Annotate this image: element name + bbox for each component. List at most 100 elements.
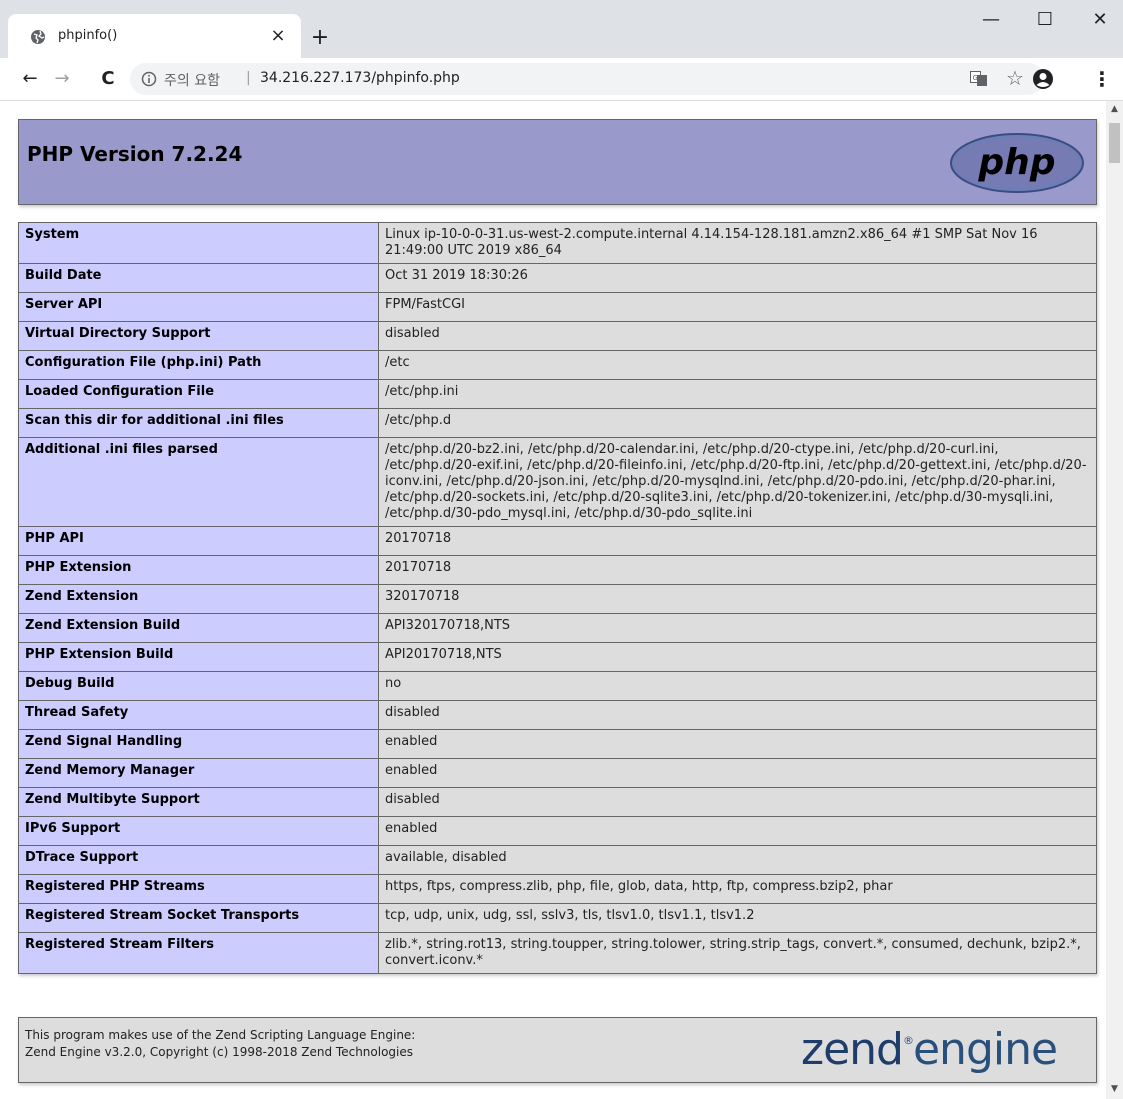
table-row: Zend Extension 320170718 (18, 584, 1097, 614)
table-row: Registered PHP Streams https, ftps, compr… (18, 874, 1097, 904)
table-row: Registered Stream Socket Transports tcp, … (18, 903, 1097, 933)
row-key: Zend Multibyte Support (18, 787, 379, 817)
row-value: FPM/FastCGI (378, 292, 1097, 322)
footer-line-1: This program makes use of the Zend Scrip… (25, 1028, 416, 1042)
browser-tab[interactable]: phpinfo() × (8, 14, 301, 58)
browser-toolbar: ← → C 주의 요함 | 34.216.227.173/phpinfo.php… (0, 58, 1123, 101)
table-row: Scan this dir for additional .ini files /… (18, 408, 1097, 438)
footer-text: This program makes use of the Zend Scrip… (25, 1027, 415, 1061)
table-row: Additional .ini files parsed/etc/php.d/2… (18, 437, 1097, 527)
row-key: Zend Extension Build (18, 613, 379, 643)
svg-text:G: G (973, 74, 978, 82)
row-key: IPv6 Support (18, 816, 379, 846)
row-value: 20170718 (378, 555, 1097, 585)
row-value: /etc/php.d/20-bz2.ini, /etc/php.d/20-cal… (378, 437, 1097, 527)
back-button[interactable]: ← (16, 65, 44, 93)
window-minimize-button[interactable]: — (968, 6, 1014, 34)
table-row: Zend Signal Handling enabled (18, 729, 1097, 759)
new-tab-button[interactable]: + (306, 24, 334, 52)
php-logo-text: php (977, 142, 1055, 183)
row-key: Configuration File (php.ini) Path (18, 350, 379, 380)
row-value: available, disabled (378, 845, 1097, 875)
row-key: Zend Memory Manager (18, 758, 379, 788)
menu-icon[interactable]: ⋮ (1092, 66, 1112, 92)
row-value: API320170718,NTS (378, 613, 1097, 643)
table-row: DTrace Support available, disabled (18, 845, 1097, 875)
address-bar[interactable]: 주의 요함 | 34.216.227.173/phpinfo.php G ☆ (130, 63, 1044, 95)
table-row: PHP API 20170718 (18, 526, 1097, 556)
row-value: Oct 31 2019 18:30:26 (378, 263, 1097, 293)
table-row: PHP Extension Build API20170718,NTS (18, 642, 1097, 672)
security-label[interactable]: 주의 요함 (164, 70, 220, 90)
forward-button[interactable]: → (48, 65, 76, 93)
table-row: Zend Extension Build API320170718,NTS (18, 613, 1097, 643)
zend-footer: This program makes use of the Zend Scrip… (18, 1017, 1097, 1083)
reload-button[interactable]: C (94, 65, 122, 93)
row-value: disabled (378, 787, 1097, 817)
row-value: Linux ip-10-0-0-31.us-west-2.compute.int… (378, 222, 1097, 264)
row-value: disabled (378, 700, 1097, 730)
table-row: Zend Memory Manager enabled (18, 758, 1097, 788)
tab-close-button[interactable]: × (266, 24, 290, 48)
scroll-down-arrow[interactable]: ▼ (1106, 1081, 1123, 1097)
row-value: /etc/php.d (378, 408, 1097, 438)
row-key: Registered Stream Filters (18, 932, 379, 974)
scroll-up-arrow[interactable]: ▲ (1106, 101, 1123, 117)
row-value: /etc (378, 350, 1097, 380)
row-key: Server API (18, 292, 379, 322)
info-icon[interactable] (141, 71, 157, 87)
row-key: System (18, 222, 379, 264)
php-info-table: System Linux ip-10-0-0-31.us-west-2.compu… (18, 222, 1097, 974)
row-key: Additional .ini files parsed (18, 437, 379, 527)
zend-engine-logo: zend®engine (801, 1024, 1058, 1075)
row-key: Thread Safety (18, 700, 379, 730)
table-row: Build Date Oct 31 2019 18:30:26 (18, 263, 1097, 293)
table-row: Virtual Directory Support disabled (18, 321, 1097, 351)
row-key: PHP Extension Build (18, 642, 379, 672)
row-value: no (378, 671, 1097, 701)
browser-titlebar: phpinfo() × + — ☐ ✕ (0, 0, 1123, 58)
row-key: Scan this dir for additional .ini files (18, 408, 379, 438)
account-icon[interactable] (1032, 68, 1054, 90)
bookmark-star-icon[interactable]: ☆ (1006, 66, 1024, 90)
zend-logo-reg: ® (902, 1034, 914, 1047)
row-key: Build Date (18, 263, 379, 293)
row-key: PHP API (18, 526, 379, 556)
page-title: PHP Version 7.2.24 (27, 142, 243, 166)
row-key: PHP Extension (18, 555, 379, 585)
row-key: Registered Stream Socket Transports (18, 903, 379, 933)
row-value: /etc/php.ini (378, 379, 1097, 409)
translate-icon[interactable]: G (970, 71, 988, 87)
table-row: PHP Extension 20170718 (18, 555, 1097, 585)
row-value: 20170718 (378, 526, 1097, 556)
table-row: Thread Safety disabled (18, 700, 1097, 730)
row-value: https, ftps, compress.zlib, php, file, g… (378, 874, 1097, 904)
row-key: Zend Extension (18, 584, 379, 614)
row-value: 320170718 (378, 584, 1097, 614)
row-key: Virtual Directory Support (18, 321, 379, 351)
table-row: Configuration File (php.ini) Path/etc (18, 350, 1097, 380)
window-maximize-button[interactable]: ☐ (1022, 6, 1068, 34)
row-value: enabled (378, 729, 1097, 759)
scroll-thumb[interactable] (1109, 123, 1120, 163)
table-row: Debug Build no (18, 671, 1097, 701)
row-value: zlib.*, string.rot13, string.toupper, st… (378, 932, 1097, 974)
row-key: Loaded Configuration File (18, 379, 379, 409)
zend-logo-word: zend (801, 1024, 904, 1075)
row-value: API20170718,NTS (378, 642, 1097, 672)
row-key: DTrace Support (18, 845, 379, 875)
globe-icon (31, 30, 45, 44)
row-key: Zend Signal Handling (18, 729, 379, 759)
table-row: Registered Stream Filters zlib.*, string.… (18, 932, 1097, 974)
row-key: Registered PHP Streams (18, 874, 379, 904)
url-text[interactable]: 34.216.227.173/phpinfo.php (260, 70, 460, 86)
tab-title: phpinfo() (58, 28, 118, 43)
table-row: IPv6 Support enabled (18, 816, 1097, 846)
page-scrollbar[interactable]: ▲ ▼ (1106, 101, 1123, 1099)
engine-logo-word: engine (912, 1024, 1058, 1075)
window-close-button[interactable]: ✕ (1077, 6, 1123, 34)
table-row: Server API FPM/FastCGI (18, 292, 1097, 322)
table-row: Loaded Configuration File/etc/php.ini (18, 379, 1097, 409)
address-separator: | (246, 70, 251, 86)
row-value: tcp, udp, unix, udg, ssl, sslv3, tls, tl… (378, 903, 1097, 933)
